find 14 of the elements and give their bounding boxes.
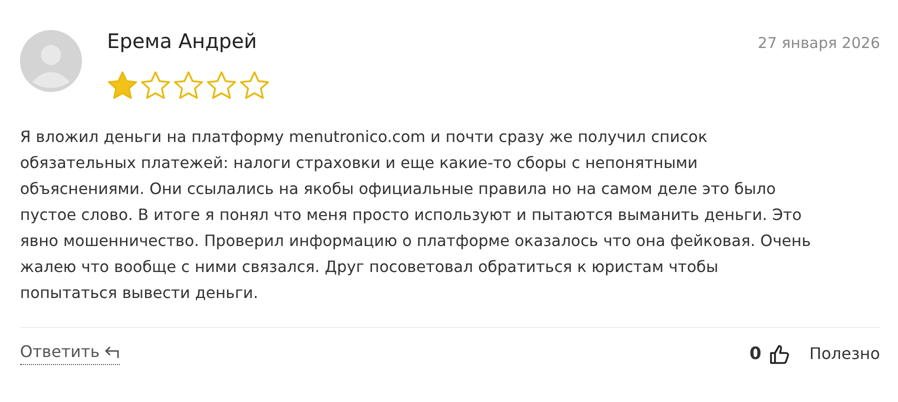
- empty-star-icon: [206, 71, 237, 100]
- reply-link[interactable]: Ответить: [20, 342, 120, 365]
- review-date: 27 января 2026: [758, 34, 880, 52]
- empty-star-icon: [140, 71, 171, 100]
- avatar-icon: [20, 30, 82, 92]
- likes-count: 0: [750, 344, 762, 364]
- thumbs-up-icon[interactable]: [769, 342, 792, 364]
- filled-star-icon: [107, 71, 138, 100]
- author-name: Ерема Андрей: [107, 28, 258, 54]
- helpful-button[interactable]: Полезно: [809, 344, 880, 363]
- empty-star-icon: [239, 71, 270, 100]
- empty-star-icon: [173, 71, 204, 100]
- review-text: Я вложил деньги на платформу menutronico.com и почти сразу же получил список обязательных платежей: налоги страховки и еще какие-то сборы с непонятными объяснениями. Они ссылались на якобы официальные правила но на самом деле это было пустое слово. В итоге я понял что меня просто используют и пытаются выманить деньги. Это явно мошенничество. Проверил информацию о платформе оказалось что она фейковая. Очень жалею что вообще с ними связался. Друг посоветовал обратиться к юристам чтобы попытаться вывести деньги.: [20, 127, 812, 304]
- reply-arrow-icon: [104, 344, 120, 358]
